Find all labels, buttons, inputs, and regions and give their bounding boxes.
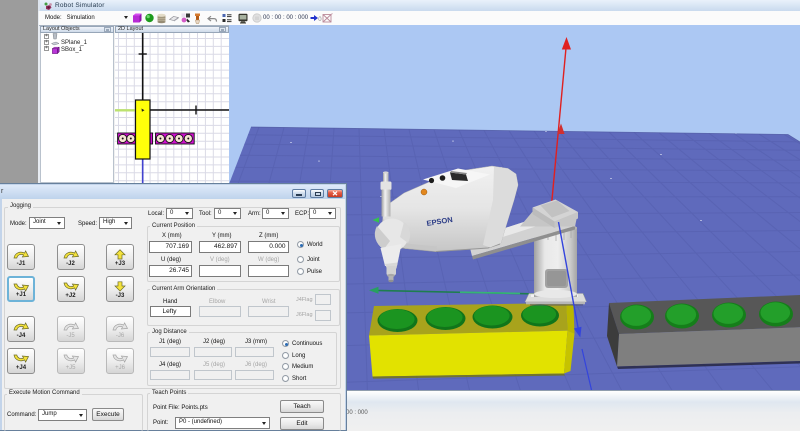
svg-text:0: 0 xyxy=(318,17,322,23)
